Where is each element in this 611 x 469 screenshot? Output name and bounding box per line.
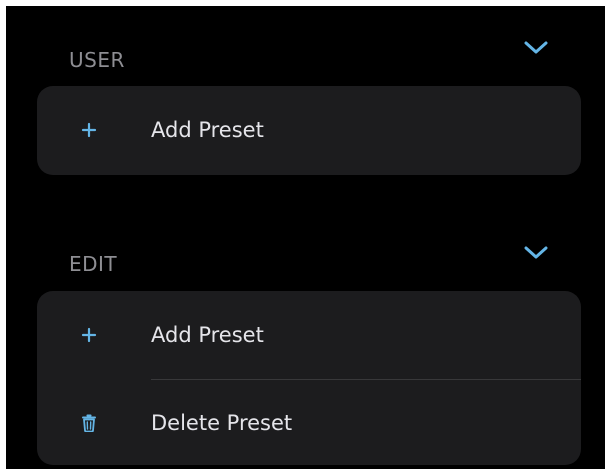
section-title-user: USER	[69, 48, 125, 72]
edit-delete-preset-label: Delete Preset	[151, 410, 293, 435]
edit-section-toggle[interactable]	[521, 243, 551, 267]
user-add-preset-row[interactable]: Add Preset	[37, 86, 581, 174]
edit-delete-preset-row[interactable]: Delete Preset	[37, 380, 581, 465]
chevron-down-icon	[523, 40, 549, 60]
plus-icon	[77, 118, 101, 142]
section-title-edit: EDIT	[69, 252, 118, 276]
user-presets-card: Add Preset	[37, 86, 581, 175]
edit-presets-card: Add Preset Delete Preset	[37, 291, 581, 465]
trash-icon	[77, 411, 101, 435]
user-add-preset-label: Add Preset	[151, 118, 264, 142]
user-section-toggle[interactable]	[521, 38, 551, 62]
chevron-down-icon	[523, 245, 549, 265]
plus-icon	[77, 323, 101, 347]
edit-add-preset-label: Add Preset	[151, 323, 264, 347]
edit-add-preset-row[interactable]: Add Preset	[37, 291, 581, 379]
presets-panel: USER Add Preset EDIT Add Preset Delete P…	[6, 6, 605, 469]
